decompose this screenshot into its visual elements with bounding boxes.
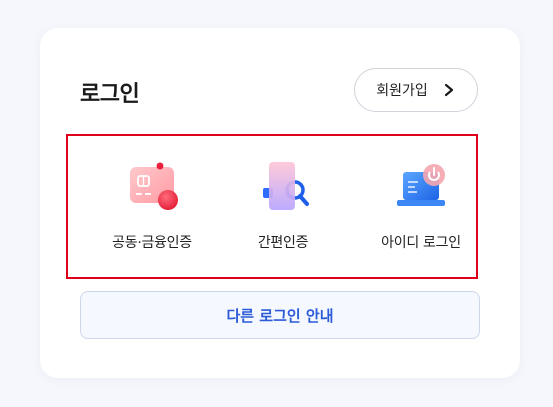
login-option-label: 간편인증	[257, 235, 309, 251]
login-option-label: 아이디 로그인	[381, 235, 461, 251]
other-login-guide-button[interactable]: 다른 로그인 안내	[80, 291, 480, 339]
login-card: 로그인 회원가입 공동·금융인증 간편인증 아이디 로그인 다른 로그인 안내	[40, 28, 520, 378]
login-option-simple-auth[interactable]: 간편인증	[213, 162, 353, 262]
login-option-id-login[interactable]: 아이디 로그인	[351, 162, 491, 262]
page-title: 로그인	[80, 82, 140, 107]
login-option-certificate[interactable]: 공동·금융인증	[82, 162, 222, 262]
simple-auth-icon	[263, 162, 309, 210]
login-option-label: 공동·금융인증	[112, 235, 192, 251]
chevron-right-icon	[444, 83, 453, 97]
signup-button-label: 회원가입	[376, 83, 428, 99]
certificate-card-icon	[130, 162, 178, 210]
signup-button[interactable]: 회원가입	[354, 68, 478, 112]
laptop-power-icon	[397, 164, 445, 206]
